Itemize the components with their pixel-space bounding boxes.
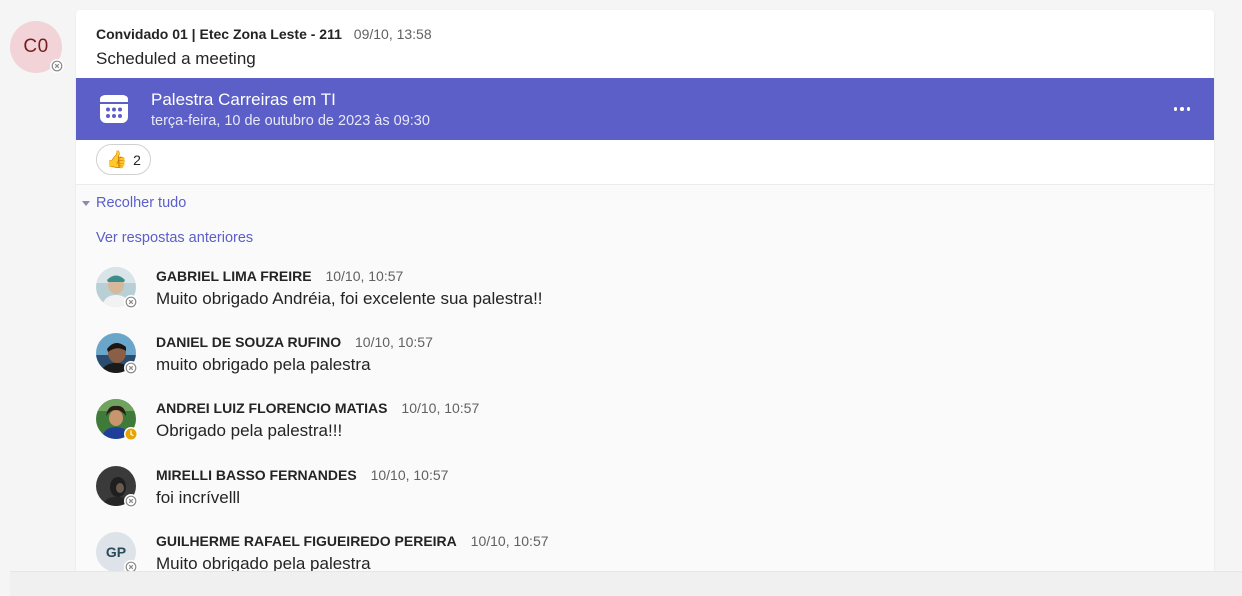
compose-area-edge — [10, 571, 1242, 596]
reply-author[interactable]: ANDREI LUIZ FLORENCIO MATIAS — [156, 400, 388, 416]
avatar[interactable]: GP — [96, 532, 138, 574]
replies-section: Recolher tudo Ver respostas anteriores G… — [76, 184, 1214, 596]
collapse-all-button[interactable]: Recolher tudo — [82, 195, 186, 211]
reaction-count: 2 — [133, 151, 141, 168]
offline-status-icon — [124, 361, 138, 375]
offline-status-icon — [50, 59, 64, 73]
reply-item: GABRIEL LIMA FREIRE 10/10, 10:57 Muito o… — [76, 267, 1214, 333]
reply-text: foi incrívelll — [156, 488, 241, 507]
reply-item: ANDREI LUIZ FLORENCIO MATIAS 10/10, 10:5… — [76, 399, 1214, 465]
more-options-button[interactable] — [1172, 101, 1192, 117]
post-card: Convidado 01 | Etec Zona Leste - 211 09/… — [76, 10, 1214, 596]
reply-text: Obrigado pela palestra!!! — [156, 421, 343, 440]
thumbs-up-icon: 👍 — [106, 150, 128, 169]
collapse-all-label: Recolher tudo — [96, 195, 187, 211]
reply-meta: MIRELLI BASSO FERNANDES 10/10, 10:57 — [156, 467, 448, 483]
teams-channel-view: C0 Convidado 01 | Etec Zona Leste - 211 … — [0, 0, 1242, 596]
reply-item: DANIEL DE SOUZA RUFINO 10/10, 10:57 muit… — [76, 333, 1214, 399]
offline-status-icon — [124, 494, 138, 508]
calendar-icon — [100, 95, 128, 123]
more-dot — [1173, 107, 1178, 111]
caret-down-icon — [82, 200, 90, 206]
reply-time: 10/10, 10:57 — [355, 334, 433, 350]
reply-author[interactable]: GUILHERME RAFAEL FIGUEIREDO PEREIRA — [156, 533, 457, 549]
post-text: Scheduled a meeting — [96, 49, 256, 68]
avatar[interactable] — [96, 333, 138, 375]
post-timestamp: 09/10, 13:58 — [353, 26, 432, 42]
reply-meta: GUILHERME RAFAEL FIGUEIREDO PEREIRA 10/1… — [156, 533, 549, 549]
reply-author[interactable]: MIRELLI BASSO FERNANDES — [156, 467, 357, 483]
see-earlier-replies-link[interactable]: Ver respostas anteriores — [96, 230, 253, 246]
reply-time: 10/10, 10:57 — [325, 268, 404, 284]
away-status-icon — [124, 427, 138, 441]
offline-status-icon — [124, 295, 138, 309]
avatar[interactable] — [96, 267, 138, 309]
poster-avatar[interactable]: C0 — [10, 21, 64, 73]
avatar[interactable] — [96, 399, 138, 441]
avatar[interactable] — [96, 466, 138, 508]
reply-item: MIRELLI BASSO FERNANDES 10/10, 10:57 foi… — [76, 466, 1214, 532]
like-reaction-button[interactable]: 👍 2 — [96, 144, 151, 175]
reply-author[interactable]: GABRIEL LIMA FREIRE — [156, 268, 312, 284]
reply-time: 10/10, 10:57 — [401, 400, 480, 416]
reply-text: muito obrigado pela palestra — [156, 355, 371, 374]
post-author[interactable]: Convidado 01 | Etec Zona Leste - 211 — [96, 26, 342, 42]
post-header: Convidado 01 | Etec Zona Leste - 211 09/… — [96, 26, 432, 42]
reply-meta: ANDREI LUIZ FLORENCIO MATIAS 10/10, 10:5… — [156, 400, 479, 416]
reply-time: 10/10, 10:57 — [370, 467, 449, 483]
meeting-title[interactable]: Palestra Carreiras em TI — [151, 90, 336, 110]
reply-time: 10/10, 10:57 — [470, 533, 549, 549]
reply-meta: GABRIEL LIMA FREIRE 10/10, 10:57 — [156, 268, 403, 284]
meeting-card[interactable]: Palestra Carreiras em TI terça-feira, 10… — [76, 78, 1214, 140]
meeting-date: terça-feira, 10 de outubro de 2023 às 09… — [151, 113, 430, 129]
reply-author[interactable]: DANIEL DE SOUZA RUFINO — [156, 334, 341, 350]
more-dot — [1186, 107, 1191, 111]
poster-avatar-initials: C0 — [23, 36, 49, 57]
reply-text: Muito obrigado Andréia, foi excelente su… — [156, 289, 543, 308]
more-dot — [1180, 107, 1184, 111]
reply-meta: DANIEL DE SOUZA RUFINO 10/10, 10:57 — [156, 334, 433, 350]
